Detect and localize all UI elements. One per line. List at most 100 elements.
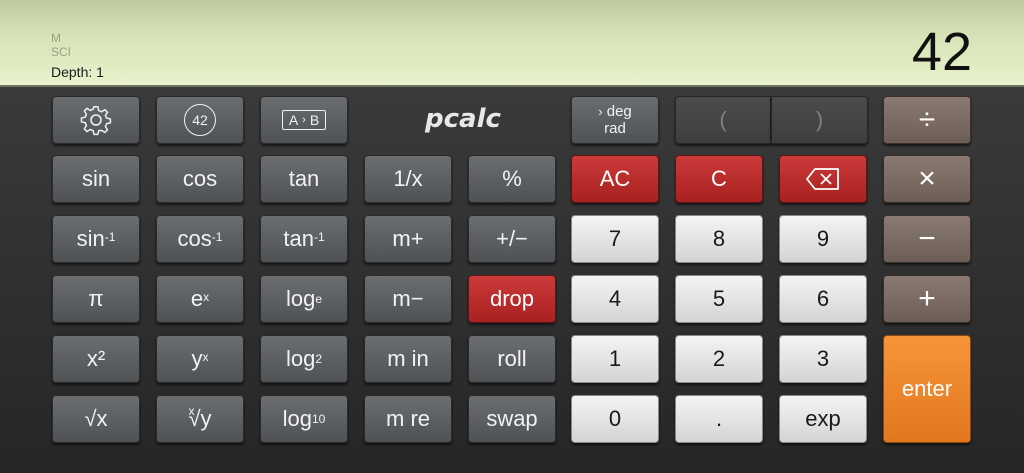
digit-4-label: 4: [608, 286, 622, 311]
plus-minus-button[interactable]: +/−: [468, 215, 556, 263]
display-panel: M SCI Depth: 1 42: [0, 0, 1024, 87]
log-e-button[interactable]: log e: [260, 275, 348, 323]
gear-icon: [79, 103, 113, 137]
square-label: x²: [86, 346, 106, 371]
memory-in-button[interactable]: m in: [364, 335, 452, 383]
power-button[interactable]: yx: [156, 335, 244, 383]
deg-label: deg: [606, 103, 632, 120]
asin-button[interactable]: sin -1: [52, 215, 140, 263]
clear-button[interactable]: C: [675, 155, 763, 203]
minus-label: −: [918, 222, 936, 255]
percent-button[interactable]: %: [468, 155, 556, 203]
digit-7-label: 7: [608, 226, 622, 251]
roll-button[interactable]: roll: [468, 335, 556, 383]
atan-button[interactable]: tan -1: [260, 215, 348, 263]
memory-plus-label: m+: [392, 226, 424, 251]
decimal-point-button[interactable]: .: [675, 395, 763, 443]
reciprocal-label: 1/x: [393, 166, 423, 191]
percent-label: %: [502, 166, 522, 191]
exp-label: exp: [805, 406, 841, 431]
digit-4-button[interactable]: 4: [571, 275, 659, 323]
nth-root-index: x: [188, 404, 195, 418]
all-clear-label: AC: [599, 166, 631, 191]
constants-label: 42: [192, 112, 208, 128]
reciprocal-button[interactable]: 1/x: [364, 155, 452, 203]
chevron-right-icon: ›: [598, 104, 603, 119]
log-e-subscript: e: [315, 292, 323, 306]
plus-minus-label: +/−: [496, 226, 528, 251]
divide-button[interactable]: ÷: [883, 96, 971, 144]
nth-root-button[interactable]: x √y: [156, 395, 244, 443]
cos-button[interactable]: cos: [156, 155, 244, 203]
cos-label: cos: [182, 166, 218, 191]
settings-button[interactable]: [52, 96, 140, 144]
exp-button[interactable]: exp: [779, 395, 867, 443]
acos-superscript: -1: [211, 230, 223, 244]
digit-8-label: 8: [712, 226, 726, 251]
digit-6-label: 6: [816, 286, 830, 311]
sci-indicator: SCI: [51, 45, 72, 59]
all-clear-button[interactable]: AC: [571, 155, 659, 203]
log-e-label: log: [285, 286, 316, 311]
digit-1-label: 1: [608, 346, 622, 371]
digit-7-button[interactable]: 7: [571, 215, 659, 263]
pi-button[interactable]: π: [52, 275, 140, 323]
open-paren-button[interactable]: (: [675, 96, 771, 144]
constants-button[interactable]: 42: [156, 96, 244, 144]
power-superscript: x: [202, 350, 209, 364]
clear-label: C: [711, 166, 727, 191]
enter-button[interactable]: enter: [883, 335, 971, 443]
digit-1-button[interactable]: 1: [571, 335, 659, 383]
divide-label: ÷: [918, 103, 936, 136]
acos-label: cos: [177, 226, 212, 251]
digit-2-button[interactable]: 2: [675, 335, 763, 383]
exp-e-button[interactable]: ex: [156, 275, 244, 323]
square-root-label: √x: [84, 406, 108, 431]
digit-3-button[interactable]: 3: [779, 335, 867, 383]
memory-minus-button[interactable]: m−: [364, 275, 452, 323]
deg-rad-button[interactable]: › deg rad: [571, 96, 659, 144]
roll-label: roll: [497, 346, 527, 371]
enter-label: enter: [901, 376, 953, 401]
stack-depth-label: Depth: 1: [51, 64, 104, 80]
minus-button[interactable]: −: [883, 215, 971, 263]
log-2-label: log: [285, 346, 316, 371]
a-to-b-icon: A › B: [281, 110, 327, 130]
digit-9-button[interactable]: 9: [779, 215, 867, 263]
memory-plus-button[interactable]: m+: [364, 215, 452, 263]
log-10-button[interactable]: log 10: [260, 395, 348, 443]
conversions-button[interactable]: A › B: [260, 96, 348, 144]
digit-5-button[interactable]: 5: [675, 275, 763, 323]
backspace-button[interactable]: [779, 155, 867, 203]
close-paren-button[interactable]: ): [771, 96, 868, 144]
display-readout: 42: [911, 22, 972, 82]
digit-0-button[interactable]: 0: [571, 395, 659, 443]
drop-button[interactable]: drop: [468, 275, 556, 323]
log-10-label: log: [282, 406, 312, 431]
digit-6-button[interactable]: 6: [779, 275, 867, 323]
backspace-icon: [805, 167, 841, 191]
pcalc-logo: pcalc: [425, 104, 501, 134]
square-button[interactable]: x²: [52, 335, 140, 383]
circle-42-icon: 42: [184, 104, 216, 136]
acos-button[interactable]: cos -1: [156, 215, 244, 263]
swap-button[interactable]: swap: [468, 395, 556, 443]
exp-e-label: e: [190, 286, 204, 311]
memory-minus-label: m−: [392, 286, 424, 311]
square-root-button[interactable]: √x: [52, 395, 140, 443]
multiply-button[interactable]: ×: [883, 155, 971, 203]
memory-recall-button[interactable]: m re: [364, 395, 452, 443]
power-label: y: [191, 346, 203, 371]
digit-9-label: 9: [816, 226, 830, 251]
tan-button[interactable]: tan: [260, 155, 348, 203]
close-paren-label: ): [815, 107, 824, 132]
memory-recall-label: m re: [386, 406, 430, 431]
digit-3-label: 3: [816, 346, 830, 371]
plus-label: +: [918, 282, 936, 315]
keypad: 42 A › B pcalc › deg rad ( ) ÷ sin cos t…: [0, 87, 1024, 473]
rad-label: rad: [604, 120, 626, 137]
sin-button[interactable]: sin: [52, 155, 140, 203]
digit-8-button[interactable]: 8: [675, 215, 763, 263]
plus-button[interactable]: +: [883, 275, 971, 323]
log-2-button[interactable]: log 2: [260, 335, 348, 383]
